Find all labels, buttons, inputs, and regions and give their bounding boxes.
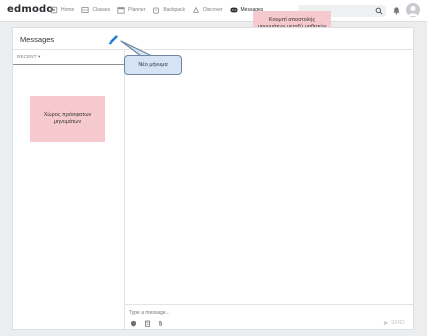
nav-classes-label: Classes bbox=[92, 7, 111, 13]
nav-backpack[interactable]: Backpack bbox=[152, 6, 185, 14]
recent-filter-dropdown[interactable]: RECENT ▾ bbox=[17, 54, 41, 60]
top-nav-bar: edmodo Home Classes Planner Backpack Dis… bbox=[0, 0, 427, 23]
search-icon[interactable] bbox=[375, 7, 383, 15]
user-avatar[interactable] bbox=[406, 3, 420, 17]
nav-backpack-label: Backpack bbox=[163, 7, 186, 13]
main-nav: Home Classes Planner Backpack Discover M… bbox=[50, 6, 263, 14]
edmodo-logo[interactable]: edmodo bbox=[7, 4, 53, 15]
nav-planner[interactable]: Planner bbox=[117, 6, 145, 14]
avatar-icon bbox=[408, 6, 418, 16]
messages-panel: Messages RECENT ▾ SEND bbox=[12, 27, 414, 330]
backpack-icon bbox=[153, 7, 160, 14]
send-label: SEND bbox=[391, 320, 405, 326]
nav-home-label: Home bbox=[61, 7, 75, 13]
message-input[interactable] bbox=[129, 309, 329, 317]
recent-area-annotation: Χώρος πρόσφατων μηνυμάτων bbox=[30, 96, 105, 142]
new-message-callout: Νέο μήνυμα bbox=[124, 55, 182, 75]
messages-icon bbox=[229, 7, 238, 13]
page-title: Messages bbox=[20, 35, 55, 44]
planner-icon bbox=[117, 7, 125, 14]
attachment-icon[interactable] bbox=[157, 320, 164, 327]
home-icon bbox=[50, 6, 58, 14]
badge-icon[interactable] bbox=[130, 320, 137, 327]
nav-discover-label: Discover bbox=[203, 7, 223, 13]
recent-messages-sidebar: RECENT ▾ bbox=[13, 50, 125, 329]
discover-icon bbox=[193, 6, 200, 13]
recent-filter-underline bbox=[13, 64, 124, 65]
classes-icon bbox=[81, 7, 89, 13]
notification-icon[interactable] bbox=[392, 6, 401, 15]
nav-home[interactable]: Home bbox=[50, 6, 74, 14]
compose-message-icon[interactable] bbox=[108, 34, 119, 45]
send-button[interactable]: SEND bbox=[383, 320, 405, 326]
nav-classes[interactable]: Classes bbox=[81, 6, 110, 14]
nav-planner-label: Planner bbox=[128, 7, 146, 13]
nav-discover[interactable]: Discover bbox=[192, 6, 223, 14]
send-icon bbox=[383, 320, 389, 326]
message-composer: SEND bbox=[125, 304, 413, 329]
library-icon[interactable] bbox=[144, 320, 151, 327]
